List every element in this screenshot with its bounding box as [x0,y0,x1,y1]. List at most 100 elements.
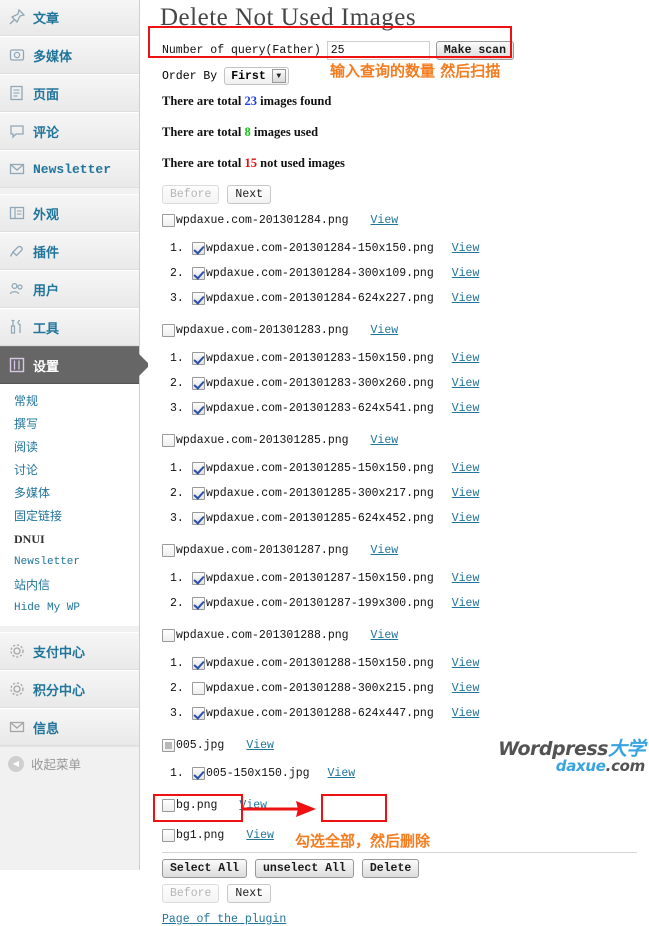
file-checkbox[interactable] [162,739,175,752]
submenu-item-discussion[interactable]: 讨论 [14,459,139,482]
file-checkbox[interactable] [192,402,205,415]
sidebar-item-label: 支付中心 [33,644,86,660]
view-link[interactable]: View [452,292,480,305]
file-checkbox[interactable] [162,829,175,842]
file-checkbox[interactable] [192,512,205,525]
view-link[interactable]: View [452,242,480,255]
file-checkbox[interactable] [192,352,205,365]
sidebar-item-plugins[interactable]: 插件 [0,232,139,270]
view-link[interactable]: View [246,739,274,752]
view-link[interactable]: View [328,767,356,780]
file-checkbox[interactable] [192,597,205,610]
view-link[interactable]: View [452,512,480,525]
file-checkbox[interactable] [192,572,205,585]
sidebar-item-pages[interactable]: 页面 [0,74,139,112]
submenu-item-reading[interactable]: 阅读 [14,436,139,459]
query-label: Number of query(Father) [162,44,321,57]
file-checkbox[interactable] [162,214,175,227]
file-index: 1. [170,462,184,475]
annotation-top-note: 输入查询的数量 然后扫描 [330,62,501,80]
submenu-item-writing[interactable]: 撰写 [14,413,139,436]
admin-sidebar: 仪表盘 文章 多媒体 页面 评论 Newsletter 外观 [0,0,150,870]
file-name: 005.jpg [176,739,225,752]
delete-button[interactable]: Delete [361,859,420,878]
file-name: bg.png [176,799,218,812]
appearance-icon [8,204,26,222]
file-checkbox[interactable] [162,799,175,812]
view-link[interactable]: View [371,214,399,227]
file-checkbox[interactable] [192,707,205,720]
submenu-item-newsletter[interactable]: Newsletter [14,551,139,574]
next-button-bottom[interactable]: Next [227,884,272,903]
view-link[interactable]: View [452,487,480,500]
sidebar-item-points-center[interactable]: 积分中心 [0,670,139,708]
view-link[interactable]: View [452,462,480,475]
file-checkbox[interactable] [162,434,175,447]
view-link[interactable]: View [371,544,399,557]
view-link[interactable]: View [452,572,480,585]
media-icon [8,46,26,64]
sidebar-item-media[interactable]: 多媒体 [0,36,139,74]
file-checkbox[interactable] [192,682,205,695]
file-checkbox[interactable] [162,629,175,642]
view-link[interactable]: View [246,829,274,842]
file-name: wpdaxue.com-201301285-150x150.png [206,462,434,475]
file-checkbox[interactable] [192,377,205,390]
view-link[interactable]: View [371,324,399,337]
submenu-item-general[interactable]: 常规 [14,390,139,413]
view-link[interactable]: View [371,629,399,642]
file-checkbox[interactable] [192,767,205,780]
plugin-page-link[interactable]: Page of the plugin [162,913,286,926]
file-checkbox[interactable] [162,324,175,337]
view-link[interactable]: View [452,597,480,610]
submenu-item-permalinks[interactable]: 固定链接 [14,505,139,528]
submenu-item-dnui[interactable]: DNUI [14,528,139,551]
chevron-down-icon: ▼ [271,69,286,83]
query-number-input[interactable] [326,41,430,60]
select-all-button[interactable]: Select All [162,859,248,878]
submenu-item-internal-mail[interactable]: 站内信 [14,574,139,597]
file-checkbox[interactable] [192,267,205,280]
file-checkbox[interactable] [192,657,205,670]
comment-icon [8,122,26,140]
file-checkbox[interactable] [192,292,205,305]
sidebar-item-messages[interactable]: 信息 [0,708,139,746]
gear-icon [8,642,26,660]
next-button-top[interactable]: Next [227,185,272,204]
sidebar-item-tools[interactable]: 工具 [0,308,139,346]
sidebar-item-settings[interactable]: 设置 [0,346,150,384]
view-link[interactable]: View [452,352,480,365]
view-link[interactable]: View [452,267,480,280]
view-link[interactable]: View [452,377,480,390]
sidebar-item-newsletter[interactable]: Newsletter [0,150,139,188]
file-checkbox[interactable] [192,462,205,475]
make-scan-button[interactable]: Make scan [435,41,514,60]
sidebar-item-comments[interactable]: 评论 [0,112,139,150]
view-link[interactable]: View [239,799,267,812]
file-checkbox[interactable] [192,242,205,255]
view-link[interactable]: View [452,707,480,720]
view-link[interactable]: View [452,682,480,695]
sidebar-item-label: 设置 [33,358,60,374]
file-name: wpdaxue.com-201301283-300x260.png [206,377,434,390]
submenu-item-media[interactable]: 多媒体 [14,482,139,505]
order-by-select[interactable]: First ▼ [224,67,289,85]
file-checkbox[interactable] [162,544,175,557]
unselect-all-button[interactable]: unselect All [255,859,354,878]
view-link[interactable]: View [371,434,399,447]
before-button-bottom[interactable]: Before [162,884,220,903]
view-link[interactable]: View [452,402,480,415]
file-child-row: 2. wpdaxue.com-201301285-300x217.png View [162,481,643,506]
file-checkbox[interactable] [192,487,205,500]
order-by-value: First [231,69,266,83]
sidebar-item-payment-center[interactable]: 支付中心 [0,632,139,670]
sidebar-item-label: 用户 [33,282,60,298]
collapse-menu-button[interactable]: ◀ 收起菜单 [0,746,139,780]
sidebar-item-users[interactable]: 用户 [0,270,139,308]
sidebar-item-label: 多媒体 [33,48,73,64]
submenu-item-hide-my-wp[interactable]: Hide My WP [14,597,139,620]
view-link[interactable]: View [452,657,480,670]
sidebar-item-posts[interactable]: 文章 [0,0,139,36]
sidebar-item-appearance[interactable]: 外观 [0,194,139,232]
before-button-top[interactable]: Before [162,185,220,204]
